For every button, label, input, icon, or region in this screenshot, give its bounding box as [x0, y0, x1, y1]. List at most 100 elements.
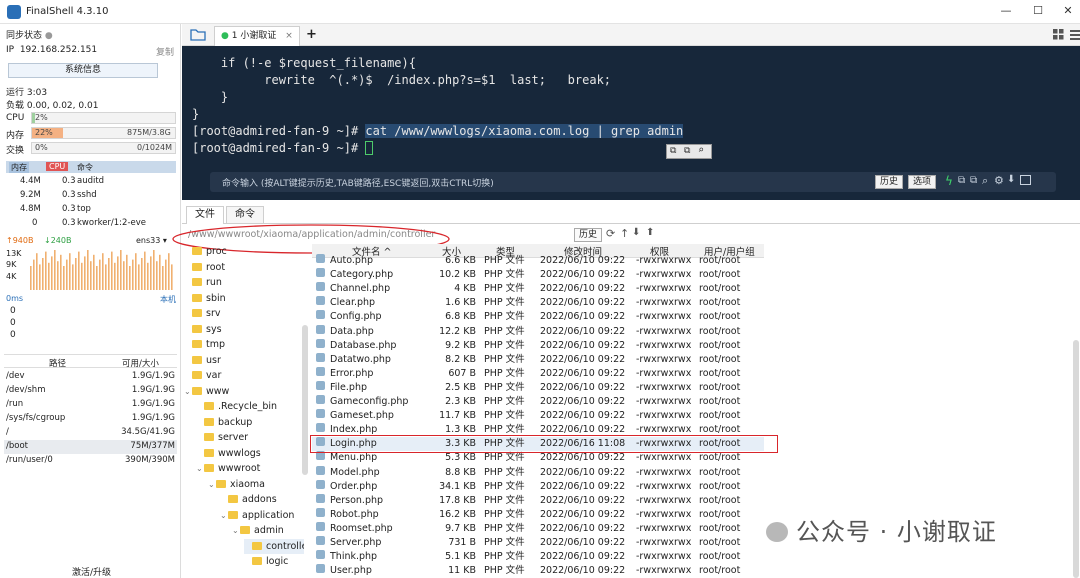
find-icon[interactable]: ⌕: [982, 174, 988, 188]
tree-node[interactable]: usr: [184, 353, 221, 368]
grid-view-icon[interactable]: [1053, 29, 1064, 40]
file-row[interactable]: Order.php 34.1 KB PHP 文件 2022/06/10 09:22 -r…: [312, 479, 764, 494]
tree-node[interactable]: tmp: [184, 337, 225, 352]
download-icon[interactable]: ⬇: [1007, 174, 1015, 185]
process-row[interactable]: 9.2M 0.3 sshd: [6, 189, 176, 202]
tree-node[interactable]: proc: [184, 244, 227, 259]
lightning-icon[interactable]: ϟ: [945, 174, 953, 188]
file-row[interactable]: User.php 11 KB PHP 文件 2022/06/10 09:22 -rwxr…: [312, 564, 764, 578]
disk-row[interactable]: /dev 1.9G/1.9G: [4, 370, 177, 384]
file-row[interactable]: Model.php 8.8 KB PHP 文件 2022/06/10 09:22 -rw…: [312, 465, 764, 480]
disk-row[interactable]: / 34.5G/41.9G: [4, 426, 177, 440]
file-row[interactable]: Think.php 5.1 KB PHP 文件 2022/06/10 09:22 -rw…: [312, 550, 764, 564]
disk-row[interactable]: /run/user/0 390M/390M: [4, 454, 177, 468]
options-button[interactable]: 选项: [908, 175, 937, 189]
file-row[interactable]: File.php 2.5 KB PHP 文件 2022/06/10 09:22 -rwx…: [312, 380, 764, 395]
copy-all-icon[interactable]: ⧉: [958, 175, 965, 186]
file-row[interactable]: Clear.php 1.6 KB PHP 文件 2022/06/10 09:22 -rw…: [312, 296, 764, 310]
file-row[interactable]: Data.php 12.2 KB PHP 文件 2022/06/10 09:22 -rw…: [312, 324, 764, 339]
tree-node[interactable]: addons: [220, 492, 277, 507]
paste-icon[interactable]: ⧉: [684, 146, 690, 156]
file-row[interactable]: Auto.php 6.6 KB PHP 文件 2022/06/10 09:22 -rwx…: [312, 254, 764, 268]
gear-icon[interactable]: ⚙: [994, 174, 1004, 187]
chevron-down-icon[interactable]: ⌄: [196, 461, 204, 476]
file-row[interactable]: Datatwo.php 8.2 KB PHP 文件 2022/06/10 09:22-…: [312, 352, 764, 367]
file-row[interactable]: Menu.php 5.3 KB PHP 文件 2022/06/10 09:22 -rwx…: [312, 451, 764, 465]
tree-node[interactable]: ⌄ application: [220, 508, 294, 523]
close-button[interactable]: ✕: [1058, 4, 1078, 20]
file-row[interactable]: Gameset.php 11.7 KB PHP 文件 2022/06/10 09:22…: [312, 409, 764, 423]
proc-head-mem[interactable]: 内存: [9, 162, 29, 173]
tree-node-label: sbin: [206, 292, 226, 304]
disk-row[interactable]: /run 1.9G/1.9G: [4, 398, 177, 412]
fullscreen-icon[interactable]: [1020, 175, 1031, 185]
disk-head-path[interactable]: 路径: [49, 357, 66, 369]
process-row[interactable]: 4.8M 0.3 top: [6, 203, 176, 216]
minimize-button[interactable]: —: [996, 4, 1016, 20]
file-row[interactable]: Robot.php 16.2 KB PHP 文件 2022/06/10 09:22 -r…: [312, 507, 764, 522]
refresh-icon[interactable]: ⟳: [606, 227, 615, 240]
file-list-scrollbar[interactable]: [1073, 340, 1079, 578]
net-interface-select[interactable]: ens33 ▾: [136, 236, 167, 245]
chevron-down-icon[interactable]: ⌄: [184, 384, 192, 399]
file-row[interactable]: Database.php 9.2 KB PHP 文件 2022/06/10 09:22…: [312, 338, 764, 353]
paste-all-icon[interactable]: ⧉: [970, 175, 977, 186]
tree-node[interactable]: .Recycle_bin: [196, 399, 277, 414]
file-row[interactable]: Config.php 6.8 KB PHP 文件 2022/06/10 09:22 -r…: [312, 310, 764, 324]
disk-row[interactable]: /sys/fs/cgroup 1.9G/1.9G: [4, 412, 177, 426]
file-row[interactable]: Category.php 10.2 KB PHP 文件 2022/06/10 09:2…: [312, 268, 764, 282]
folder-open-icon[interactable]: [190, 28, 206, 41]
tree-node[interactable]: logic: [244, 554, 288, 569]
search-tools[interactable]: ⧉ ⧉ ⌕: [666, 144, 712, 159]
file-row[interactable]: Server.php 731 B PHP 文件 2022/06/10 09:22 -rw…: [312, 536, 764, 550]
tree-node[interactable]: root: [184, 260, 225, 275]
tree-node[interactable]: sbin: [184, 291, 226, 306]
tree-node[interactable]: wwwlogs: [196, 446, 261, 461]
tree-scrollbar[interactable]: [302, 325, 308, 475]
chevron-down-icon[interactable]: ⌄: [220, 508, 228, 523]
tree-node[interactable]: ⌄ xiaoma: [208, 477, 265, 492]
tab-close-icon[interactable]: ×: [285, 31, 293, 41]
disk-row[interactable]: /boot 75M/377M: [4, 440, 177, 454]
chevron-down-icon[interactable]: ⌄: [208, 477, 216, 492]
history-button[interactable]: 历史: [875, 175, 904, 189]
tree-node[interactable]: server: [196, 430, 248, 445]
command-input-bar[interactable]: 命令输入 (按ALT键提示历史,TAB键路径,ESC键返回,双击CTRL切换) …: [210, 172, 1056, 192]
file-row[interactable]: Roomset.php 9.7 KB PHP 文件 2022/06/10 09:22-…: [312, 521, 764, 536]
tree-node[interactable]: controller: [244, 538, 304, 554]
search-icon[interactable]: ⌕: [698, 145, 704, 156]
up-dir-icon[interactable]: ↑: [620, 227, 629, 240]
path-history-button[interactable]: 历史: [574, 228, 602, 242]
traffic-bar: [111, 251, 113, 290]
file-row[interactable]: Channel.php 4 KB PHP 文件 2022/06/10 09:22 -rw…: [312, 282, 764, 296]
tab-session-1[interactable]: ● 1 小谢取证 ×: [214, 26, 300, 46]
copy-link[interactable]: 复制: [156, 45, 174, 58]
tree-node[interactable]: sys: [184, 322, 222, 337]
disk-head-size[interactable]: 可用/大小: [122, 357, 159, 369]
activate-link[interactable]: 激活/升级: [72, 565, 111, 578]
list-view-icon[interactable]: [1070, 29, 1080, 40]
tree-node[interactable]: ⌄ wwwroot: [196, 461, 260, 476]
sysinfo-button[interactable]: 系统信息: [8, 63, 158, 78]
file-row[interactable]: Person.php 17.8 KB PHP 文件 2022/06/10 09:22-…: [312, 493, 764, 508]
tree-node[interactable]: var: [184, 368, 221, 383]
tree-node[interactable]: ⌄ www: [184, 384, 229, 399]
process-row[interactable]: 4.4M 0.3 auditd: [6, 175, 176, 188]
copy-icon[interactable]: ⧉: [670, 146, 676, 156]
upload-file-icon[interactable]: ⬆: [646, 227, 654, 238]
tree-node[interactable]: srv: [184, 306, 220, 321]
process-row[interactable]: 0 0.3 kworker/1:2-eve: [6, 217, 176, 230]
tree-node[interactable]: ⌄ admin: [232, 523, 284, 538]
tree-node[interactable]: run: [184, 275, 222, 290]
disk-row[interactable]: /dev/shm 1.9G/1.9G: [4, 384, 177, 398]
chevron-down-icon[interactable]: ⌄: [232, 523, 240, 538]
download-file-icon[interactable]: ⬇: [632, 227, 640, 238]
maximize-button[interactable]: ☐: [1028, 4, 1048, 20]
add-tab-button[interactable]: +: [306, 27, 317, 42]
proc-head-cpu[interactable]: CPU: [46, 162, 69, 171]
file-row[interactable]: Error.php 607 B PHP 文件 2022/06/10 09:22 -rwx…: [312, 366, 764, 381]
tree-node[interactable]: backup: [196, 415, 252, 430]
file-row[interactable]: Gameconfig.php 2.3 KB PHP 文件 2022/06/10 09:…: [312, 395, 764, 409]
latency-host[interactable]: 本机: [160, 294, 176, 305]
proc-head-cmd[interactable]: 命令: [77, 162, 93, 173]
